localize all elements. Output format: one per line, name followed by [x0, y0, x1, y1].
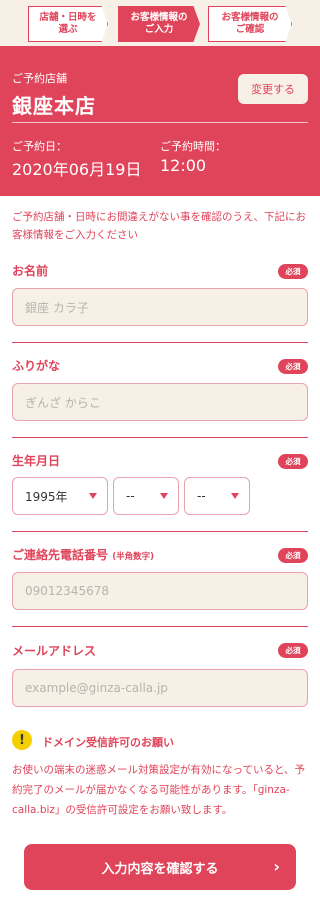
divider — [12, 342, 308, 343]
divider — [12, 531, 308, 532]
birth-year-select[interactable]: 1995年 — [12, 477, 108, 515]
dropdown-caret-icon — [231, 493, 239, 499]
required-badge: 必須 — [278, 548, 308, 563]
required-badge: 必須 — [278, 643, 308, 658]
exclamation-icon: ! — [12, 730, 32, 750]
time-label: ご予約時間： — [160, 140, 226, 153]
birth-month-select[interactable]: -- — [113, 477, 179, 515]
dropdown-caret-icon — [89, 493, 97, 499]
step-1-line1: 店舗・日時を — [39, 12, 97, 23]
name-input[interactable]: 銀座 カラ子 — [12, 288, 308, 326]
phone-label-text: ご連絡先電話番号 — [12, 548, 109, 562]
step-2-line1: お客様情報の — [130, 12, 188, 23]
kana-input[interactable]: ぎんざ からこ — [12, 383, 308, 421]
email-input[interactable]: example@ginza-calla.jp — [12, 669, 308, 707]
chevron-right-icon: › — [273, 857, 280, 876]
birth-month-value: -- — [126, 489, 135, 503]
birth-day-select[interactable]: -- — [184, 477, 250, 515]
store-label: ご予約店舗 — [12, 72, 67, 85]
divider — [12, 437, 308, 438]
confirm-button[interactable]: 入力内容を確認する › — [24, 844, 296, 890]
phone-input[interactable]: 09012345678 — [12, 572, 308, 610]
birth-day-value: -- — [197, 489, 206, 503]
name-label: お名前 — [12, 264, 49, 278]
instruction-text: ご予約店舗・日時にお間違えがない事を確認のうえ、下記にお客様情報をご入力ください — [12, 211, 306, 241]
confirm-button-label: 入力内容を確認する — [101, 861, 219, 877]
birth-year-value: 1995年 — [25, 489, 68, 504]
phone-label-note: (半角数字) — [112, 552, 154, 562]
dropdown-caret-icon — [160, 493, 168, 499]
step-3-line2: ご確認 — [235, 24, 265, 35]
step-select-store[interactable]: 店舗・日時を 選ぶ — [28, 6, 108, 42]
store-divider — [12, 122, 308, 123]
step-enter-info: お客様情報の ご入力 — [118, 6, 200, 42]
required-badge: 必須 — [278, 264, 308, 279]
change-store-button[interactable]: 変更する — [238, 74, 308, 104]
divider — [12, 626, 308, 627]
kana-label: ふりがな — [12, 359, 61, 373]
date-value: 2020年06月19日 — [12, 160, 142, 179]
warning-text: お使いの端末の迷惑メール対策設定が有効になっていると、予約完了のメールが届かなく… — [12, 764, 306, 816]
step-navigation: 店舗・日時を 選ぶ お客様情報の ご入力 お客様情報の ご確認 — [0, 0, 320, 46]
warning-title: ドメイン受信許可のお願い — [42, 736, 174, 749]
time-value: 12:00 — [160, 156, 207, 175]
store-summary: ご予約店舗 銀座本店 変更する ご予約日： ご予約時間： 2020年06月19日… — [0, 46, 320, 196]
required-badge: 必須 — [278, 359, 308, 374]
step-2-line2: ご入力 — [144, 24, 174, 35]
store-name: 銀座本店 — [12, 94, 96, 118]
required-badge: 必須 — [278, 454, 308, 469]
birthdate-label: 生年月日 — [12, 454, 61, 468]
phone-label: ご連絡先電話番号 (半角数字) — [12, 546, 154, 563]
date-label: ご予約日： — [12, 140, 67, 153]
step-confirm-info: お客様情報の ご確認 — [208, 6, 292, 42]
step-1-line2: 選ぶ — [58, 24, 78, 35]
email-label: メールアドレス — [12, 644, 97, 658]
step-3-line1: お客様情報の — [221, 12, 279, 23]
